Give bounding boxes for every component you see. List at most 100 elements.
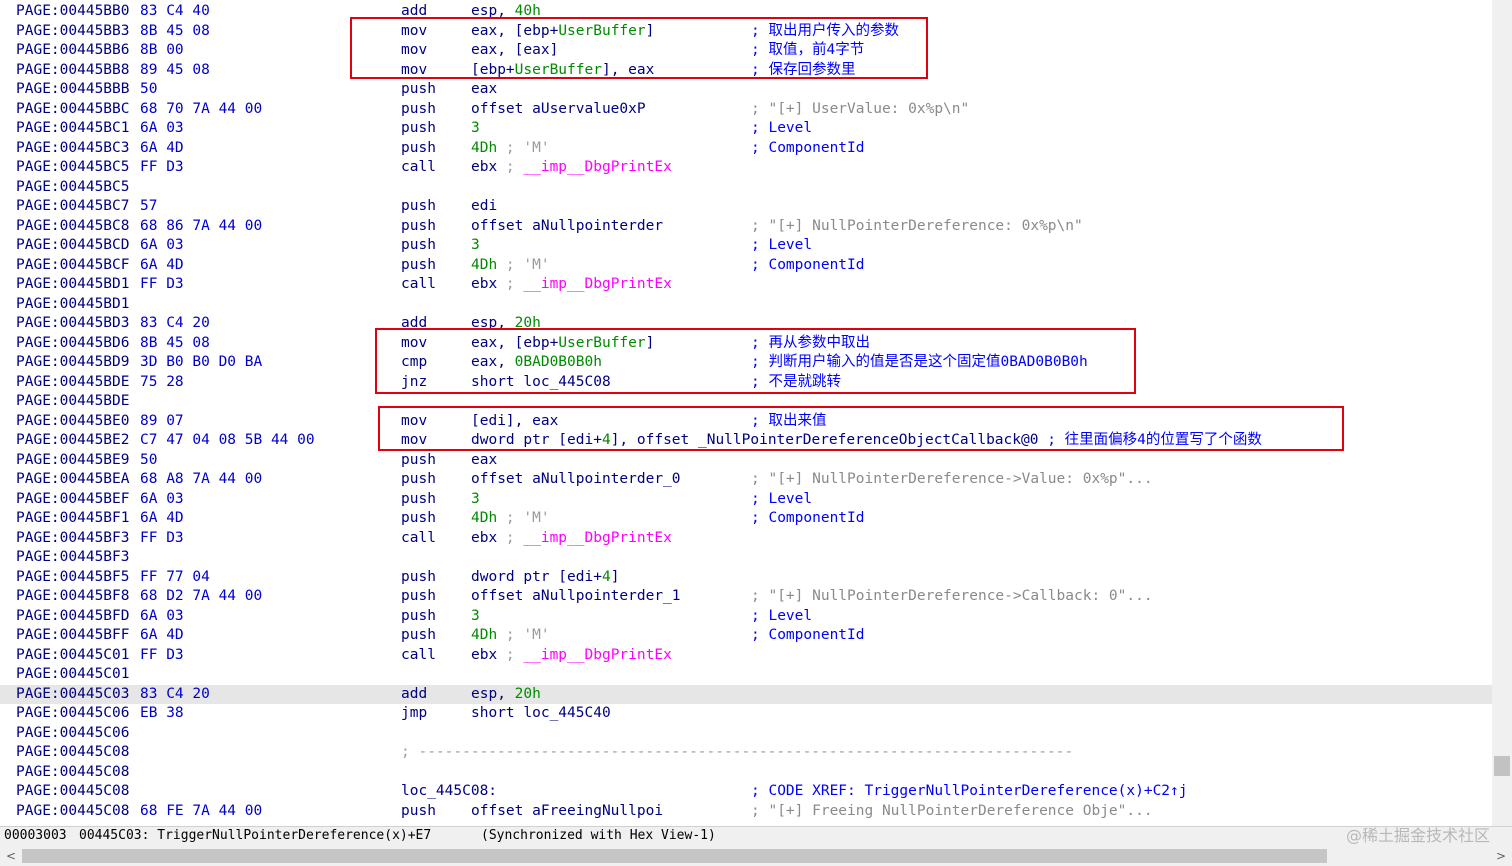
- listing-line[interactable]: PAGE:00445BEF 6A 03 push 3 ; Level: [0, 490, 1492, 510]
- line-address[interactable]: PAGE:00445BC8: [16, 217, 130, 237]
- listing-line[interactable]: PAGE:00445BF1 6A 4D push 4Dh ; 'M' ; Compone…: [0, 509, 1492, 529]
- mnemonic[interactable]: push: [401, 587, 436, 607]
- line-address[interactable]: PAGE:00445C06: [16, 704, 130, 724]
- listing-line[interactable]: PAGE:00445BF8 68 D2 7A 44 00 push offset aN…: [0, 587, 1492, 607]
- line-address[interactable]: PAGE:00445C08: [16, 802, 130, 822]
- mnemonic[interactable]: push: [401, 607, 436, 627]
- listing-line[interactable]: PAGE:00445BC5: [0, 178, 1492, 198]
- mnemonic[interactable]: cmp: [401, 353, 427, 373]
- mnemonic[interactable]: push: [401, 470, 436, 490]
- line-address[interactable]: PAGE:00445C03: [16, 685, 130, 705]
- mnemonic[interactable]: call: [401, 529, 436, 549]
- listing-line[interactable]: PAGE:00445BCF 6A 4D push 4Dh ; 'M' ; Compone…: [0, 256, 1492, 276]
- mnemonic[interactable]: push: [401, 509, 436, 529]
- line-address[interactable]: PAGE:00445BB6: [16, 41, 130, 61]
- listing-line[interactable]: PAGE:00445C01: [0, 665, 1492, 685]
- line-address[interactable]: PAGE:00445BB0: [16, 2, 130, 22]
- line-address[interactable]: PAGE:00445BCD: [16, 236, 130, 256]
- line-address[interactable]: PAGE:00445BBC: [16, 100, 130, 120]
- line-address[interactable]: PAGE:00445BE0: [16, 412, 130, 432]
- line-address[interactable]: PAGE:00445BB3: [16, 22, 130, 42]
- mnemonic[interactable]: push: [401, 802, 436, 822]
- mnemonic[interactable]: mov: [401, 412, 427, 432]
- line-address[interactable]: PAGE:00445BEA: [16, 470, 130, 490]
- listing-line[interactable]: PAGE:00445BF3: [0, 548, 1492, 568]
- line-address[interactable]: PAGE:00445BF5: [16, 568, 130, 588]
- line-address[interactable]: PAGE:00445C08: [16, 743, 130, 763]
- mnemonic[interactable]: push: [401, 119, 436, 139]
- listing-line[interactable]: PAGE:00445BC3 6A 4D push 4Dh ; 'M' ; Compone…: [0, 139, 1492, 159]
- line-address[interactable]: PAGE:00445BDE: [16, 392, 130, 412]
- mnemonic[interactable]: mov: [401, 334, 427, 354]
- mnemonic[interactable]: push: [401, 236, 436, 256]
- listing-line[interactable]: PAGE:00445BBB 50 push eax: [0, 80, 1492, 100]
- mnemonic[interactable]: push: [401, 197, 436, 217]
- listing-line[interactable]: PAGE:00445BB8 89 45 08 mov [ebp+UserBuffer]…: [0, 61, 1492, 81]
- mnemonic[interactable]: call: [401, 275, 436, 295]
- listing-line[interactable]: PAGE:00445BE2 C7 47 04 08 5B 44 00 mov dwor…: [0, 431, 1492, 451]
- line-address[interactable]: PAGE:00445BDE: [16, 373, 130, 393]
- line-address[interactable]: PAGE:00445C08: [16, 782, 130, 802]
- listing-line[interactable]: PAGE:00445C06 EB 38 jmp short loc_445C40: [0, 704, 1492, 724]
- line-address[interactable]: PAGE:00445BB8: [16, 61, 130, 81]
- line-address[interactable]: PAGE:00445BD9: [16, 353, 130, 373]
- code-label[interactable]: loc_445C08:: [401, 782, 497, 802]
- line-address[interactable]: PAGE:00445BD3: [16, 314, 130, 334]
- listing-line[interactable]: PAGE:00445BFF 6A 4D push 4Dh ; 'M' ; Compone…: [0, 626, 1492, 646]
- line-address[interactable]: PAGE:00445BEF: [16, 490, 130, 510]
- listing-line[interactable]: PAGE:00445C08 ; -------------------------…: [0, 743, 1492, 763]
- line-address[interactable]: PAGE:00445C01: [16, 646, 130, 666]
- disassembly-listing[interactable]: PAGE:00445BB0 83 C4 40 add esp, 40h PAGE:004…: [0, 0, 1492, 826]
- line-address[interactable]: PAGE:00445BBB: [16, 80, 130, 100]
- mnemonic[interactable]: push: [401, 139, 436, 159]
- listing-line[interactable]: PAGE:00445BB6 8B 00 mov eax, [eax] ; 取值，前4字节: [0, 41, 1492, 61]
- line-address[interactable]: PAGE:00445BC5: [16, 178, 130, 198]
- listing-line[interactable]: PAGE:00445BBC 68 70 7A 44 00 push offset aU…: [0, 100, 1492, 120]
- line-address[interactable]: PAGE:00445BC3: [16, 139, 130, 159]
- mnemonic[interactable]: push: [401, 100, 436, 120]
- mnemonic[interactable]: jnz: [401, 373, 427, 393]
- mnemonic[interactable]: push: [401, 490, 436, 510]
- listing-line[interactable]: PAGE:00445BC1 6A 03 push 3 ; Level: [0, 119, 1492, 139]
- line-address[interactable]: PAGE:00445BC1: [16, 119, 130, 139]
- listing-line[interactable]: PAGE:00445BF5 FF 77 04 push dword ptr [edi+…: [0, 568, 1492, 588]
- line-address[interactable]: PAGE:00445C06: [16, 724, 130, 744]
- listing-line[interactable]: PAGE:00445BE9 50 push eax: [0, 451, 1492, 471]
- mnemonic[interactable]: push: [401, 256, 436, 276]
- listing-line[interactable]: PAGE:00445BD1 FF D3 call ebx ; __imp__DbgPr…: [0, 275, 1492, 295]
- listing-line[interactable]: PAGE:00445C08: [0, 763, 1492, 783]
- mnemonic[interactable]: push: [401, 451, 436, 471]
- listing-line[interactable]: PAGE:00445BD1: [0, 295, 1492, 315]
- listing-line[interactable]: PAGE:00445BC7 57 push edi: [0, 197, 1492, 217]
- line-address[interactable]: PAGE:00445BFF: [16, 626, 130, 646]
- line-address[interactable]: PAGE:00445BCF: [16, 256, 130, 276]
- mnemonic[interactable]: mov: [401, 431, 427, 451]
- listing-line[interactable]: PAGE:00445BDE 75 28 jnz short loc_445C08 ; 不…: [0, 373, 1492, 393]
- mnemonic[interactable]: call: [401, 646, 436, 666]
- listing-line[interactable]: PAGE:00445BEA 68 A8 7A 44 00 push offset aN…: [0, 470, 1492, 490]
- listing-line[interactable]: PAGE:00445BB0 83 C4 40 add esp, 40h: [0, 2, 1492, 22]
- listing-line[interactable]: PAGE:00445BC5 FF D3 call ebx ; __imp__DbgPr…: [0, 158, 1492, 178]
- line-address[interactable]: PAGE:00445BE9: [16, 451, 130, 471]
- listing-line[interactable]: PAGE:00445C01 FF D3 call ebx ; __imp__DbgPr…: [0, 646, 1492, 666]
- listing-line[interactable]: PAGE:00445BE0 89 07 mov [edi], eax ; 取出来值: [0, 412, 1492, 432]
- mnemonic[interactable]: mov: [401, 22, 427, 42]
- listing-line[interactable]: PAGE:00445BB3 8B 45 08 mov eax, [ebp+UserBu…: [0, 22, 1492, 42]
- line-address[interactable]: PAGE:00445C08: [16, 763, 130, 783]
- line-address[interactable]: PAGE:00445BC5: [16, 158, 130, 178]
- line-address[interactable]: PAGE:00445BD6: [16, 334, 130, 354]
- vertical-scrollbar[interactable]: [1492, 0, 1512, 826]
- horizontal-scrollbar-thumb[interactable]: [22, 849, 1327, 863]
- listing-line[interactable]: PAGE:00445BD9 3D B0 B0 D0 BA cmp eax, 0BAD0…: [0, 353, 1492, 373]
- line-address[interactable]: PAGE:00445BF3: [16, 529, 130, 549]
- vertical-scrollbar-thumb[interactable]: [1494, 756, 1510, 776]
- listing-line[interactable]: PAGE:00445BD3 83 C4 20 add esp, 20h: [0, 314, 1492, 334]
- line-address[interactable]: PAGE:00445BE2: [16, 431, 130, 451]
- mnemonic[interactable]: call: [401, 158, 436, 178]
- line-address[interactable]: PAGE:00445BC7: [16, 197, 130, 217]
- listing-line[interactable]: PAGE:00445C06: [0, 724, 1492, 744]
- mnemonic[interactable]: add: [401, 2, 427, 22]
- listing-line[interactable]: PAGE:00445BCD 6A 03 push 3 ; Level: [0, 236, 1492, 256]
- line-address[interactable]: PAGE:00445BF3: [16, 548, 130, 568]
- mnemonic[interactable]: push: [401, 217, 436, 237]
